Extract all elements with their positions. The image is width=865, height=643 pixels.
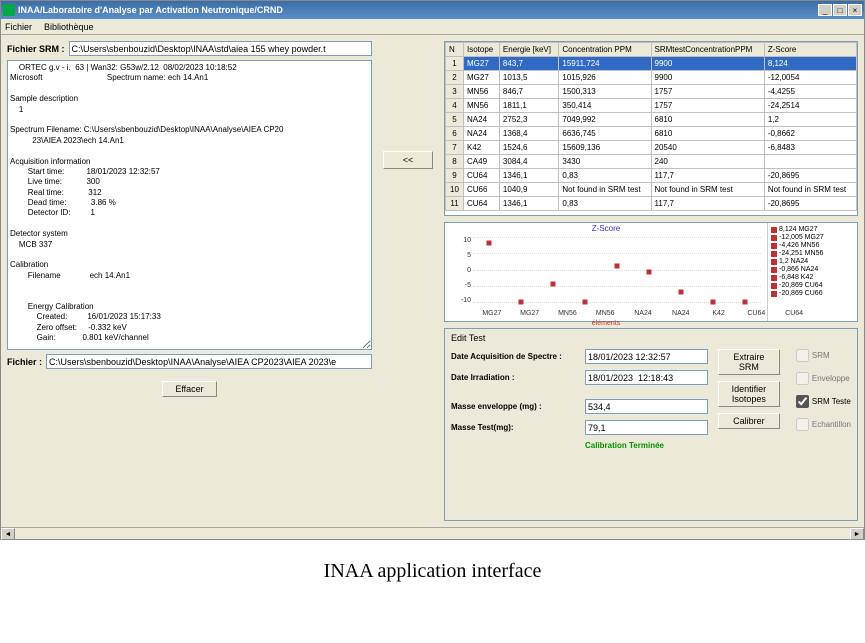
effacer-button[interactable]: Effacer <box>162 381 216 397</box>
chart-point <box>743 300 748 305</box>
date-irr-input[interactable] <box>585 370 708 385</box>
legend-item: -12,005 MG27 <box>771 234 854 241</box>
table-row[interactable]: 2MG271013,51015,9269900-12,0054 <box>446 71 857 85</box>
grid-column-header[interactable]: Isotope <box>464 43 500 57</box>
window-buttons: _ □ × <box>818 4 862 16</box>
maximize-button[interactable]: □ <box>833 4 847 16</box>
grid-column-header[interactable]: Z-Score <box>764 43 856 57</box>
titlebar: INAA/Laboratoire d'Analyse par Activatio… <box>1 1 864 19</box>
table-row[interactable]: 1MG27843,715911,72499008,124 <box>446 57 857 71</box>
spectrum-report[interactable] <box>7 60 372 350</box>
calibration-status: Calibration Terminée <box>585 441 708 450</box>
date-acq-label: Date Acquisition de Spectre : <box>451 352 581 361</box>
table-row[interactable]: 7K421524,615609,13620540-6,8483 <box>446 141 857 155</box>
chart-xtick: MG27 <box>520 310 539 317</box>
masse-test-input[interactable] <box>585 420 708 435</box>
echantillon-checkbox[interactable]: Echantillon <box>796 418 851 431</box>
extract-srm-button[interactable]: Extraire SRM <box>718 349 780 375</box>
legend-item: -20,869 CU66 <box>771 290 854 297</box>
zscore-chart: Z-Score éléments 1050-5-10MG27MG27MN56MN… <box>444 222 858 322</box>
isotope-grid[interactable]: NIsotopeEnergie [keV]Concentration PPMSR… <box>444 41 858 216</box>
chart-ytick: -10 <box>451 297 471 304</box>
calibrate-button[interactable]: Calibrer <box>718 413 780 429</box>
chart-xtick: CU64 <box>747 310 765 317</box>
grid-column-header[interactable]: N <box>446 43 464 57</box>
chart-legend: 8,124 MG27-12,005 MG27-4,426 MN56-24,251… <box>767 223 857 321</box>
chart-ytick: -5 <box>451 282 471 289</box>
legend-item: -24,251 MN56 <box>771 250 854 257</box>
menu-file[interactable]: Fichier <box>5 22 32 32</box>
legend-item: -0,866 NA24 <box>771 266 854 273</box>
chart-xtick: MN56 <box>596 310 615 317</box>
chart-xlabel: éléments <box>592 320 620 327</box>
chart-point <box>711 300 716 305</box>
srm-file-label: Fichier SRM : <box>7 44 65 54</box>
table-row[interactable]: 6NA241368,46636,7456810-0,8662 <box>446 127 857 141</box>
srm-checkbox[interactable]: SRM <box>796 349 851 362</box>
legend-item: 8,124 MG27 <box>771 226 854 233</box>
legend-item: -20,869 CU64 <box>771 282 854 289</box>
chart-point <box>519 300 524 305</box>
chart-point <box>615 263 620 268</box>
edit-test-title: Edit Test <box>451 333 851 343</box>
date-acq-input[interactable] <box>585 349 708 364</box>
scroll-right-button[interactable]: ► <box>850 528 864 540</box>
chart-xtick: NA24 <box>634 310 652 317</box>
scroll-left-button[interactable]: ◄ <box>1 528 15 540</box>
table-row[interactable]: 3MN56846,71500,3131757-4,4255 <box>446 85 857 99</box>
identify-isotopes-button[interactable]: Identifier Isotopes <box>718 381 780 407</box>
date-irr-label: Date Irradiation : <box>451 373 581 382</box>
chart-point <box>551 281 556 286</box>
figure-caption: INAA application interface <box>0 560 865 583</box>
chart-point <box>647 270 652 275</box>
table-row[interactable]: 11CU641346,10,83117,7-20,8695 <box>446 197 857 211</box>
chart-xtick: NA24 <box>672 310 690 317</box>
chart-xtick: MG27 <box>482 310 501 317</box>
enveloppe-checkbox[interactable]: Enveloppe <box>796 372 851 385</box>
srm-file-input[interactable] <box>69 41 372 56</box>
masse-env-label: Masse enveloppe (mg) : <box>451 402 581 411</box>
menu-library[interactable]: Bibliothèque <box>44 22 94 32</box>
fichier-input[interactable] <box>46 354 372 369</box>
chart-point <box>487 241 492 246</box>
table-row[interactable]: 5NA242752,37049,99268101,2 <box>446 113 857 127</box>
grid-column-header[interactable]: Energie [keV] <box>499 43 558 57</box>
grid-column-header[interactable]: SRMtestConcentrationPPM <box>651 43 764 57</box>
menubar: Fichier Bibliothèque <box>1 19 864 35</box>
masse-test-label: Masse Test(mg): <box>451 423 581 432</box>
legend-item: 1,2 NA24 <box>771 258 854 265</box>
table-row[interactable]: 4MN561811,1350,4141757-24,2514 <box>446 99 857 113</box>
srm-teste-checkbox[interactable]: SRM Teste <box>796 395 851 408</box>
grid-column-header[interactable]: Concentration PPM <box>559 43 651 57</box>
chart-point <box>679 289 684 294</box>
window-title: INAA/Laboratoire d'Analyse par Activatio… <box>18 5 818 15</box>
chart-point <box>583 300 588 305</box>
app-window: INAA/Laboratoire d'Analyse par Activatio… <box>0 0 865 540</box>
horizontal-scrollbar[interactable]: ◄ ► <box>1 527 864 539</box>
edit-test-panel: Edit Test Date Acquisition de Spectre : … <box>444 328 858 521</box>
app-icon <box>3 4 15 16</box>
transfer-left-button[interactable]: << <box>383 151 433 169</box>
close-button[interactable]: × <box>848 4 862 16</box>
chart-ytick: 5 <box>451 252 471 259</box>
table-row[interactable]: 8CA493084,43430240 <box>446 155 857 169</box>
chart-xtick: MN56 <box>558 310 577 317</box>
chart-title: Z-Score <box>592 224 620 233</box>
chart-ytick: 0 <box>451 267 471 274</box>
masse-env-input[interactable] <box>585 399 708 414</box>
table-row[interactable]: 10CU661040,9Not found in SRM testNot fou… <box>446 183 857 197</box>
legend-item: -6,848 K42 <box>771 274 854 281</box>
minimize-button[interactable]: _ <box>818 4 832 16</box>
chart-ytick: 10 <box>451 237 471 244</box>
table-row[interactable]: 9CU641346,10,83117,7-20,8695 <box>446 169 857 183</box>
chart-xtick: K42 <box>712 310 724 317</box>
legend-item: -4,426 MN56 <box>771 242 854 249</box>
fichier-label: Fichier : <box>7 357 42 367</box>
chart-xtick: CU64 <box>785 310 803 317</box>
